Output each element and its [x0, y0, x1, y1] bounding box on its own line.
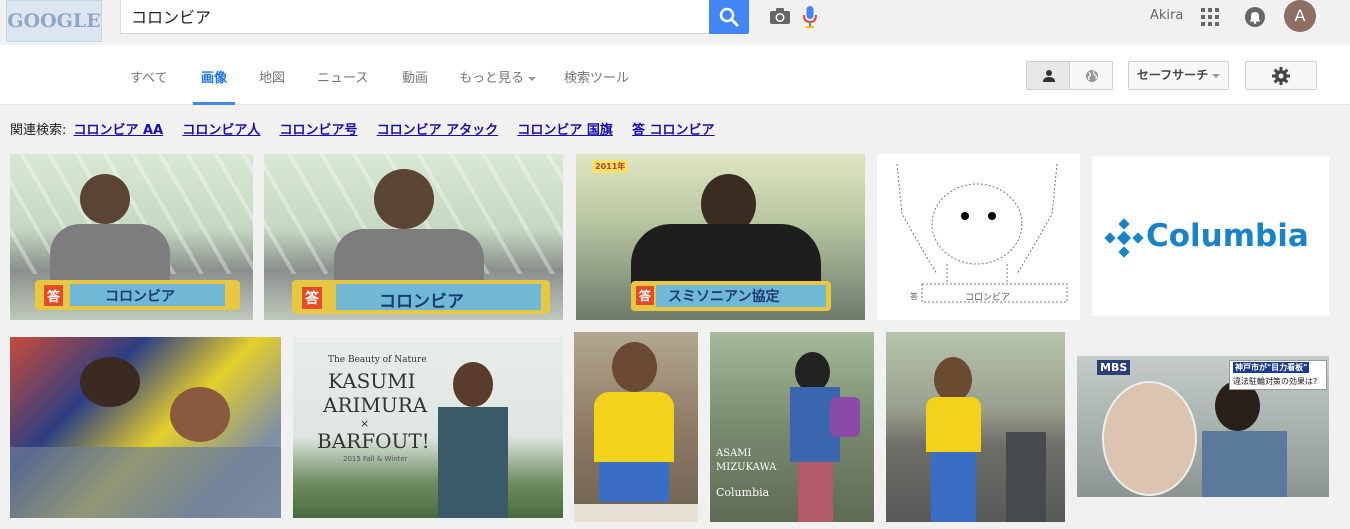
image-result[interactable]: [10, 337, 281, 518]
magazine-title: BARFOUT!: [317, 429, 430, 453]
camera-icon[interactable]: [769, 7, 791, 25]
global-results-toggle[interactable]: [1069, 61, 1113, 90]
image-caption: スミソニアン協定: [668, 289, 780, 305]
person-head: [170, 387, 230, 442]
patterned-pants: [798, 462, 833, 522]
related-link[interactable]: 答 コロンビア: [632, 123, 715, 138]
yellow-jersey: [926, 397, 981, 452]
ground: [574, 504, 698, 522]
search-box: [120, 0, 817, 34]
person-body: [1202, 431, 1287, 497]
tab-images[interactable]: 画像: [201, 67, 227, 86]
image-result[interactable]: 答 コロンビア: [10, 154, 253, 320]
model-name-line: ASAMI: [716, 448, 752, 459]
gear-icon: [1272, 67, 1290, 85]
image-caption: コロンビア: [965, 293, 1011, 303]
image-result[interactable]: Columbia: [1092, 156, 1329, 316]
image-result[interactable]: [574, 332, 698, 522]
tab-all[interactable]: すべて: [130, 67, 168, 86]
related-link[interactable]: コロンビア アタック: [377, 123, 499, 138]
image-result[interactable]: The Beauty of Nature KASUMI ARIMURA × BA…: [293, 337, 563, 518]
answer-badge: 答: [636, 286, 655, 305]
eye-poster: [1102, 381, 1197, 496]
answer-badge: 答: [910, 292, 918, 301]
related-link[interactable]: コロンビア号: [279, 123, 357, 138]
image-caption: コロンビア: [379, 292, 464, 312]
channel-logo: MBS: [1097, 360, 1131, 375]
image-caption: コロンビア: [105, 289, 175, 305]
blue-shorts: [599, 462, 669, 502]
road: [1006, 432, 1046, 522]
related-link[interactable]: コロンビア 国旗: [517, 123, 613, 138]
magazine-tagline: The Beauty of Nature: [328, 355, 427, 365]
image-result[interactable]: MBS 神戸市が"目力看板" 違法駐輪対策の効果は?: [1077, 356, 1329, 497]
related-link[interactable]: コロンビア人: [182, 123, 260, 138]
search-input[interactable]: [131, 4, 631, 28]
microphone-icon[interactable]: [801, 5, 819, 29]
chevron-down-icon: [528, 76, 537, 81]
apps-grid-icon[interactable]: [1201, 8, 1219, 26]
person-head: [374, 169, 434, 229]
active-tab-indicator: [193, 102, 235, 105]
person-icon: [1043, 70, 1055, 82]
model-name-line: MIZUKAWA: [716, 462, 777, 473]
yellow-jersey: [594, 392, 674, 462]
image-result[interactable]: ASAMI MIZUKAWA Columbia: [710, 332, 874, 522]
show-logo: 2011年: [592, 160, 629, 173]
tab-maps[interactable]: 地図: [259, 67, 285, 86]
settings-button[interactable]: [1245, 61, 1317, 90]
person-head: [80, 174, 130, 224]
image-result[interactable]: [886, 332, 1065, 522]
magazine-season: 2015 Fall & Winter: [343, 455, 408, 463]
news-headline: 神戸市が"目力看板": [1233, 362, 1310, 373]
search-tabs-bar: すべて 画像 地図 ニュース 動画 もっと見る 検索ツール セーフサーチ: [0, 45, 1350, 105]
tab-more-label: もっと見る: [459, 71, 525, 86]
answer-badge: 答: [302, 287, 322, 309]
tab-more[interactable]: もっと見る: [459, 67, 537, 86]
person-head: [80, 357, 140, 407]
related-searches: 関連検索: コロンビア AA コロンビア人 コロンビア号 コロンビア アタック …: [10, 119, 730, 138]
person-head: [795, 352, 830, 392]
person-head: [453, 362, 493, 407]
personal-results-toggle[interactable]: [1026, 61, 1070, 90]
image-result[interactable]: 答 コロンビア: [264, 154, 563, 320]
magazine-name-line: ARIMURA: [323, 393, 428, 417]
tab-videos[interactable]: 動画: [402, 67, 428, 86]
magazine-name-line: KASUMI: [328, 369, 416, 393]
backpack: [830, 397, 860, 437]
image-result[interactable]: 2011年 答 スミソニアン協定: [576, 154, 865, 320]
notifications-bell-icon[interactable]: [1244, 6, 1266, 28]
top-bar: GOOGLE Akira A: [0, 0, 1350, 45]
related-link[interactable]: コロンビア AA: [74, 123, 164, 138]
person-body: [10, 447, 281, 518]
safesearch-label: セーフサーチ: [1136, 68, 1209, 82]
person-body: [438, 407, 508, 518]
related-searches-label: 関連検索:: [10, 123, 67, 138]
tab-search-tools[interactable]: 検索ツール: [564, 67, 629, 86]
answer-badge: 答: [44, 285, 64, 306]
globe-icon: [1086, 70, 1098, 82]
news-subline: 違法駐輪対策の効果は?: [1233, 377, 1318, 386]
tab-news[interactable]: ニュース: [317, 67, 368, 86]
jeans: [931, 452, 976, 522]
google-doodle-logo[interactable]: GOOGLE: [6, 0, 102, 42]
account-name[interactable]: Akira: [1150, 8, 1183, 23]
image-result[interactable]: 答 コロンビア: [877, 154, 1080, 320]
search-icon: [719, 7, 739, 27]
safesearch-dropdown[interactable]: セーフサーチ: [1128, 61, 1229, 90]
image-caption: Columbia: [1146, 218, 1309, 254]
search-button[interactable]: [709, 0, 749, 34]
person-head: [934, 357, 972, 402]
user-avatar[interactable]: A: [1284, 0, 1316, 32]
columbia-logo-icon: [1104, 218, 1144, 258]
chevron-down-icon: [1212, 73, 1221, 78]
person-head: [612, 342, 657, 392]
brand-text: Columbia: [716, 486, 770, 499]
